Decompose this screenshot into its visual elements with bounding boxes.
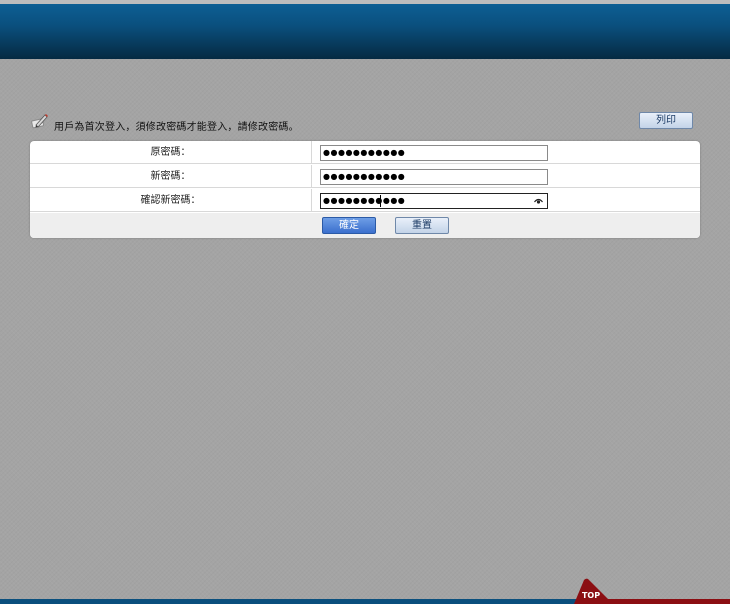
confirm-password-value: ●●●●●●●●●●●: [323, 196, 406, 205]
confirm-button[interactable]: 確定: [322, 217, 376, 234]
form-actions: 確定 重置: [30, 213, 700, 238]
edit-pencil-icon: [31, 114, 48, 129]
first-login-notice: 用戶為首次登入，須修改密碼才能登入，請修改密碼。: [30, 110, 299, 133]
old-password-row: 原密碼： ●●●●●●●●●●●: [30, 141, 700, 164]
new-password-label: 新密碼：: [30, 165, 312, 188]
new-password-field[interactable]: ●●●●●●●●●●●: [320, 169, 548, 185]
text-caret: [380, 195, 381, 207]
confirm-password-field[interactable]: ●●●●●●●●●●●: [320, 193, 548, 209]
print-button[interactable]: 列印: [639, 112, 693, 129]
notice-text: 用戶為首次登入，須修改密碼才能登入，請修改密碼。: [54, 121, 299, 133]
page: 用戶為首次登入，須修改密碼才能登入，請修改密碼。 列印 原密碼： ●●●●●●●…: [0, 0, 730, 604]
change-password-form: 原密碼： ●●●●●●●●●●● 新密碼： ●●●●●●●●●●● 確認新密碼：…: [30, 141, 700, 238]
show-password-icon[interactable]: [534, 197, 543, 205]
new-password-row: 新密碼： ●●●●●●●●●●●: [30, 165, 700, 188]
back-to-top-button[interactable]: TOP: [574, 578, 608, 604]
back-to-top-label: TOP: [581, 591, 601, 600]
old-password-field[interactable]: ●●●●●●●●●●●: [320, 145, 548, 161]
confirm-password-row: 確認新密碼： ●●●●●●●●●●●: [30, 189, 700, 212]
header-banner: [0, 4, 730, 59]
footer-bar-accent: [605, 599, 730, 604]
reset-button[interactable]: 重置: [395, 217, 449, 234]
confirm-password-label: 確認新密碼：: [30, 189, 312, 212]
old-password-label: 原密碼：: [30, 141, 312, 164]
